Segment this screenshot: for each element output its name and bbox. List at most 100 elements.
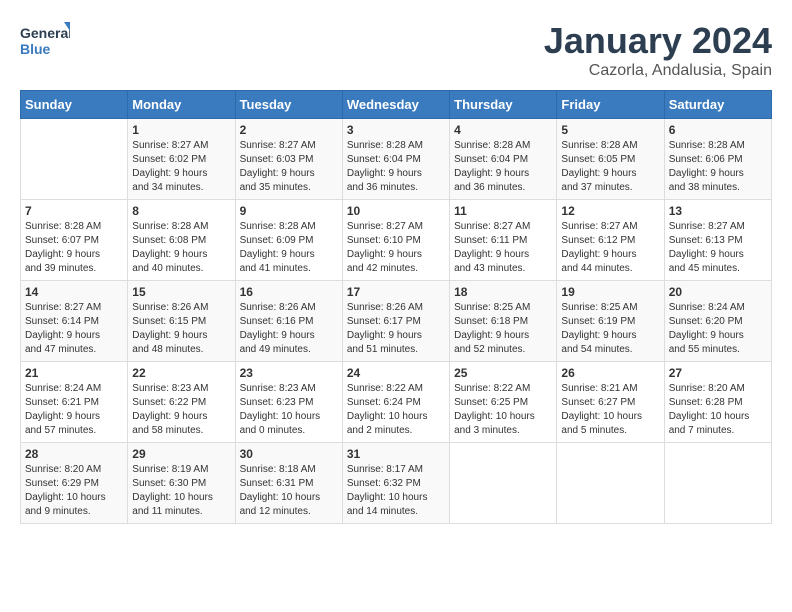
- day-number: 16: [240, 285, 338, 299]
- day-info: Sunrise: 8:25 AMSunset: 6:19 PMDaylight:…: [561, 301, 659, 357]
- weekday-header-sunday: Sunday: [21, 91, 128, 119]
- day-number: 14: [25, 285, 123, 299]
- calendar-cell: 29 Sunrise: 8:19 AMSunset: 6:30 PMDayligh…: [128, 443, 235, 524]
- day-info: Sunrise: 8:27 AMSunset: 6:13 PMDaylight:…: [669, 220, 767, 276]
- weekday-header-monday: Monday: [128, 91, 235, 119]
- calendar-cell: 6Sunrise: 8:28 AMSunset: 6:06 PMDaylight…: [664, 119, 771, 200]
- day-number: 12: [561, 204, 659, 218]
- day-number: 8: [132, 204, 230, 218]
- day-info: Sunrise: 8:28 AMSunset: 6:04 PMDaylight:…: [347, 139, 445, 195]
- title-block: January 2024 Cazorla, Andalusia, Spain: [544, 20, 772, 80]
- location-subtitle: Cazorla, Andalusia, Spain: [544, 62, 772, 80]
- weekday-header-wednesday: Wednesday: [342, 91, 449, 119]
- calendar-cell: 30Sunrise: 8:18 AMSunset: 6:31 PMDayligh…: [235, 443, 342, 524]
- day-info: Sunrise: 8:28 AMSunset: 6:05 PMDaylight:…: [561, 139, 659, 195]
- svg-text:General: General: [20, 25, 70, 41]
- calendar-cell: 13 Sunrise: 8:27 AMSunset: 6:13 PMDayligh…: [664, 200, 771, 281]
- day-number: 28: [25, 447, 123, 461]
- calendar-cell: 12 Sunrise: 8:27 AMSunset: 6:12 PMDayligh…: [557, 200, 664, 281]
- svg-text:Blue: Blue: [20, 41, 51, 57]
- calendar-cell: 2 Sunrise: 8:27 AMSunset: 6:03 PMDaylight…: [235, 119, 342, 200]
- calendar-cell: [557, 443, 664, 524]
- week-row-5: 28 Sunrise: 8:20 AMSunset: 6:29 PMDayligh…: [21, 443, 772, 524]
- calendar-cell: 21 Sunrise: 8:24 AMSunset: 6:21 PMDayligh…: [21, 362, 128, 443]
- page-header: General Blue January 2024 Cazorla, Andal…: [20, 20, 772, 80]
- weekday-header-tuesday: Tuesday: [235, 91, 342, 119]
- day-info: Sunrise: 8:19 AMSunset: 6:30 PMDaylight:…: [132, 463, 230, 519]
- calendar-cell: 27 Sunrise: 8:20 AMSunset: 6:28 PMDayligh…: [664, 362, 771, 443]
- day-info: Sunrise: 8:27 AMSunset: 6:02 PMDaylight:…: [132, 139, 230, 195]
- calendar-cell: 14Sunrise: 8:27 AMSunset: 6:14 PMDayligh…: [21, 281, 128, 362]
- week-row-2: 7Sunrise: 8:28 AMSunset: 6:07 PMDaylight…: [21, 200, 772, 281]
- weekday-header-saturday: Saturday: [664, 91, 771, 119]
- day-number: 15: [132, 285, 230, 299]
- calendar-cell: 18Sunrise: 8:25 AMSunset: 6:18 PMDayligh…: [450, 281, 557, 362]
- calendar-cell: 11Sunrise: 8:27 AMSunset: 6:11 PMDayligh…: [450, 200, 557, 281]
- calendar-cell: 8Sunrise: 8:28 AMSunset: 6:08 PMDaylight…: [128, 200, 235, 281]
- day-info: Sunrise: 8:26 AMSunset: 6:15 PMDaylight:…: [132, 301, 230, 357]
- week-row-4: 21 Sunrise: 8:24 AMSunset: 6:21 PMDayligh…: [21, 362, 772, 443]
- day-number: 31: [347, 447, 445, 461]
- weekday-header-friday: Friday: [557, 91, 664, 119]
- calendar-cell: 17 Sunrise: 8:26 AMSunset: 6:17 PMDayligh…: [342, 281, 449, 362]
- weekday-header-row: SundayMondayTuesdayWednesdayThursdayFrid…: [21, 91, 772, 119]
- day-number: 5: [561, 123, 659, 137]
- day-number: 1: [132, 123, 230, 137]
- day-info: Sunrise: 8:20 AMSunset: 6:28 PMDaylight:…: [669, 382, 767, 438]
- calendar-cell: [21, 119, 128, 200]
- day-info: Sunrise: 8:20 AMSunset: 6:29 PMDaylight:…: [25, 463, 123, 519]
- day-info: Sunrise: 8:18 AMSunset: 6:31 PMDaylight:…: [240, 463, 338, 519]
- day-info: Sunrise: 8:27 AMSunset: 6:12 PMDaylight:…: [561, 220, 659, 276]
- logo: General Blue: [20, 20, 70, 65]
- calendar-cell: [450, 443, 557, 524]
- day-info: Sunrise: 8:21 AMSunset: 6:27 PMDaylight:…: [561, 382, 659, 438]
- day-number: 24: [347, 366, 445, 380]
- day-number: 29: [132, 447, 230, 461]
- day-info: Sunrise: 8:22 AMSunset: 6:25 PMDaylight:…: [454, 382, 552, 438]
- day-number: 9: [240, 204, 338, 218]
- calendar-cell: 19 Sunrise: 8:25 AMSunset: 6:19 PMDayligh…: [557, 281, 664, 362]
- day-info: Sunrise: 8:17 AMSunset: 6:32 PMDaylight:…: [347, 463, 445, 519]
- day-number: 26: [561, 366, 659, 380]
- day-number: 21: [25, 366, 123, 380]
- week-row-3: 14Sunrise: 8:27 AMSunset: 6:14 PMDayligh…: [21, 281, 772, 362]
- calendar-cell: 16 Sunrise: 8:26 AMSunset: 6:16 PMDayligh…: [235, 281, 342, 362]
- day-info: Sunrise: 8:22 AMSunset: 6:24 PMDaylight:…: [347, 382, 445, 438]
- day-info: Sunrise: 8:23 AMSunset: 6:22 PMDaylight:…: [132, 382, 230, 438]
- day-info: Sunrise: 8:27 AMSunset: 6:10 PMDaylight:…: [347, 220, 445, 276]
- day-number: 4: [454, 123, 552, 137]
- day-info: Sunrise: 8:28 AMSunset: 6:04 PMDaylight:…: [454, 139, 552, 195]
- day-number: 10: [347, 204, 445, 218]
- day-info: Sunrise: 8:26 AMSunset: 6:17 PMDaylight:…: [347, 301, 445, 357]
- calendar-table: SundayMondayTuesdayWednesdayThursdayFrid…: [20, 90, 772, 524]
- week-row-1: 1 Sunrise: 8:27 AMSunset: 6:02 PMDaylight…: [21, 119, 772, 200]
- calendar-cell: 20 Sunrise: 8:24 AMSunset: 6:20 PMDayligh…: [664, 281, 771, 362]
- day-number: 20: [669, 285, 767, 299]
- calendar-cell: 26 Sunrise: 8:21 AMSunset: 6:27 PMDayligh…: [557, 362, 664, 443]
- day-info: Sunrise: 8:23 AMSunset: 6:23 PMDaylight:…: [240, 382, 338, 438]
- day-number: 19: [561, 285, 659, 299]
- logo-svg: General Blue: [20, 20, 70, 65]
- calendar-cell: 22 Sunrise: 8:23 AMSunset: 6:22 PMDayligh…: [128, 362, 235, 443]
- day-info: Sunrise: 8:24 AMSunset: 6:21 PMDaylight:…: [25, 382, 123, 438]
- day-info: Sunrise: 8:27 AMSunset: 6:03 PMDaylight:…: [240, 139, 338, 195]
- calendar-cell: 24 Sunrise: 8:22 AMSunset: 6:24 PMDayligh…: [342, 362, 449, 443]
- calendar-cell: [664, 443, 771, 524]
- calendar-cell: 25 Sunrise: 8:22 AMSunset: 6:25 PMDayligh…: [450, 362, 557, 443]
- calendar-cell: 15 Sunrise: 8:26 AMSunset: 6:15 PMDayligh…: [128, 281, 235, 362]
- day-info: Sunrise: 8:28 AMSunset: 6:09 PMDaylight:…: [240, 220, 338, 276]
- day-number: 22: [132, 366, 230, 380]
- calendar-cell: 31 Sunrise: 8:17 AMSunset: 6:32 PMDayligh…: [342, 443, 449, 524]
- month-title: January 2024: [544, 20, 772, 62]
- day-number: 25: [454, 366, 552, 380]
- calendar-cell: 3Sunrise: 8:28 AMSunset: 6:04 PMDaylight…: [342, 119, 449, 200]
- calendar-cell: 28 Sunrise: 8:20 AMSunset: 6:29 PMDayligh…: [21, 443, 128, 524]
- day-info: Sunrise: 8:26 AMSunset: 6:16 PMDaylight:…: [240, 301, 338, 357]
- day-number: 23: [240, 366, 338, 380]
- day-number: 13: [669, 204, 767, 218]
- calendar-cell: 4 Sunrise: 8:28 AMSunset: 6:04 PMDaylight…: [450, 119, 557, 200]
- day-number: 27: [669, 366, 767, 380]
- day-number: 17: [347, 285, 445, 299]
- day-info: Sunrise: 8:24 AMSunset: 6:20 PMDaylight:…: [669, 301, 767, 357]
- day-number: 2: [240, 123, 338, 137]
